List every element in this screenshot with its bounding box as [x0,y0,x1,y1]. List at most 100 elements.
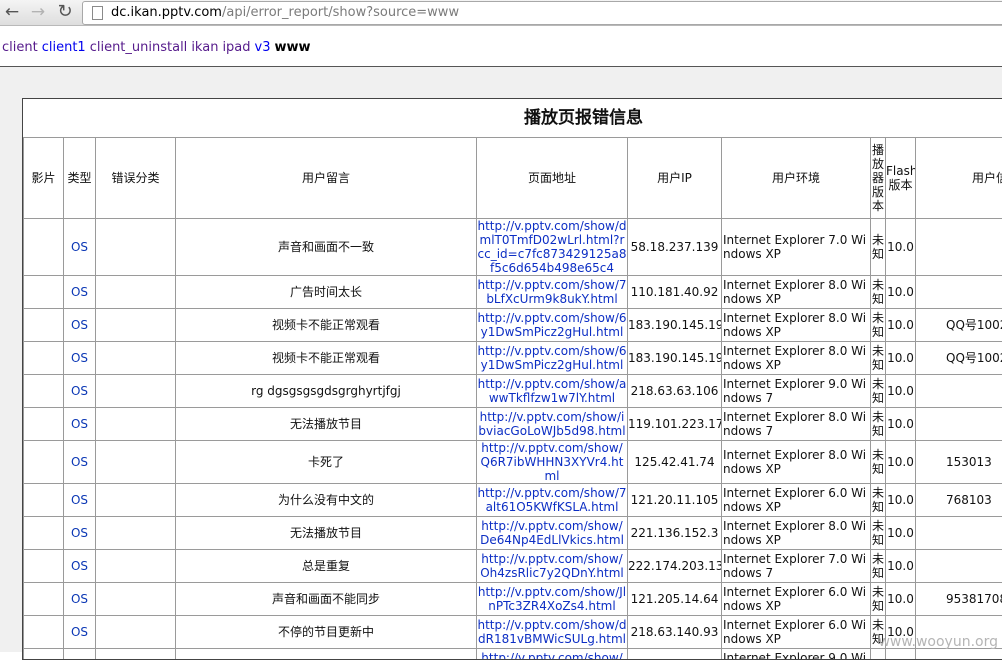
cell-user-info: 153013 [916,441,1002,484]
cell-page-url-link[interactable]: http://v.pptv.com/show/ibviacGoLoWJb5d98… [477,408,628,441]
link-client1[interactable]: client1 [42,40,86,55]
cell-player-version: 未知 [871,276,886,309]
table-row: OS卡死了http://v.pptv.com/show/Q6R7ibWHHN3X… [24,441,1002,484]
cell-category [96,441,176,484]
watermark: www.wooyun.org [878,634,998,650]
cell-user-ip: 58.18.237.139 [628,219,722,276]
link-client-uninstall[interactable]: client_uninstall [90,40,188,55]
cell-user-env: Internet Explorer 8.0 Windows XP [722,342,871,375]
back-arrow-icon[interactable]: ← [2,2,22,22]
cell-user-env: Internet Explorer 8.0 Windows XP [722,276,871,309]
cell-comment: 视频卡不能正常观看 [176,309,477,342]
cell-page-url-link[interactable]: http://v.pptv.com/show/Q6R7ibWHHN3XYVr4.… [477,441,628,484]
cell-user-env: Internet Explorer 9.0 Windo [722,649,871,660]
cell-flash-version: 10.0 [886,441,916,484]
table-row: OS视频卡不能正常观看http://v.pptv.com/show/6y1DwS… [24,309,1002,342]
cell-film [24,517,64,550]
cell-film [24,219,64,276]
cell-user-env: Internet Explorer 8.0 Windows XP [722,441,871,484]
table-title: 播放页报错信息 [24,99,1002,138]
address-bar[interactable]: dc.ikan.pptv.com/api/error_report/show?s… [82,1,1002,25]
content-area: 播放页报错信息 影片 类型 错误分类 用户留言 页面地址 用户IP 用户环境 播… [0,67,1002,652]
cell-film [24,375,64,408]
cell-type: OS [64,219,96,276]
cell-comment: 不停的节目更新中 [176,616,477,649]
cell-film [24,484,64,517]
cell-player-version: 未知 [871,550,886,583]
table-row: OSrg dgsgsgsgdsgrghyrtjfgjhttp://v.pptv.… [24,375,1002,408]
cell-film [24,616,64,649]
cell-user-info [916,219,1002,276]
error-report-table-container: 播放页报错信息 影片 类型 错误分类 用户留言 页面地址 用户IP 用户环境 播… [22,98,1002,660]
cell-page-url-link[interactable]: http://v.pptv.com/show/awwTkflfzw1w7lY.h… [477,375,628,408]
link-client[interactable]: client [2,40,38,55]
cell-category [96,649,176,660]
cell-page-url-link[interactable]: http://v.pptv.com/show/7bLfXcUrm9k8ukY.h… [477,276,628,309]
cell-comment: 为什么没有中文的 [176,484,477,517]
cell-user-info [916,550,1002,583]
cell-type: OS [64,276,96,309]
cell-flash-version: 10.0 [886,517,916,550]
cell-user-env: Internet Explorer 8.0 Windows XP [722,309,871,342]
forward-arrow-icon[interactable]: → [28,2,48,22]
cell-type: OS [64,649,96,660]
cell-film [24,649,64,660]
reload-icon[interactable]: ↻ [55,2,75,22]
link-v3[interactable]: v3 [255,40,271,55]
table-row: OS无法播放节目http://v.pptv.com/show/De64Np4Ed… [24,517,1002,550]
cell-user-ip: 222.174.203.133 [628,550,722,583]
cell-comment: 无法播放节目 [176,517,477,550]
table-row: OS为什么没有中文的http://v.pptv.com/show/7alt61O… [24,484,1002,517]
cell-film [24,550,64,583]
cell-user-info [916,276,1002,309]
col-film: 影片 [24,138,64,219]
cell-comment: 卡死了 [176,441,477,484]
cell-film [24,583,64,616]
link-ipad[interactable]: ipad [222,40,250,55]
cell-user-ip: 121.20.11.105 [628,484,722,517]
cell-type: OS [64,583,96,616]
table-row: OS 声音和画面不一致http://v.pptv.com/show/dmlT0Tm… [24,219,1002,276]
cell-user-env: Internet Explorer 8.0 Windows 7 [722,408,871,441]
cell-film [24,342,64,375]
cell-film [24,408,64,441]
table-row: OS声音和画面不能同步http://v.pptv.com/show/JlnPTc… [24,583,1002,616]
cell-user-info [916,517,1002,550]
cell-page-url-link[interactable]: http://v.pptv.com/show/JlnPTc3ZR4XoZs4.h… [477,583,628,616]
table-row: OS不停的节目更新中http://v.pptv.com/show/ddR181v… [24,616,1002,649]
cell-page-url-link[interactable]: http://v.pptv.com/show/dmlT0TmfD02wLrl.h… [477,219,628,276]
link-ikan[interactable]: ikan [191,40,218,55]
cell-page-url-link[interactable]: http://v.pptv.com/show/U5g [477,649,628,660]
col-player-version: 播放器版本 [871,138,886,219]
cell-page-url-link[interactable]: http://v.pptv.com/show/6y1DwSmPicz2gHul.… [477,309,628,342]
cell-user-env: Internet Explorer 9.0 Windows 7 [722,375,871,408]
cell-flash-version: 10.0 [886,550,916,583]
cell-user-ip: 110.181.40.92 [628,276,722,309]
cell-category [96,616,176,649]
cell-page-url-link[interactable]: http://v.pptv.com/show/ddR181vBMWicSULg.… [477,616,628,649]
cell-page-url-link[interactable]: http://v.pptv.com/show/7alt61O5KWfKSLA.h… [477,484,628,517]
table-row: OS无法播放节目http://v.pptv.com/show/ibviacGoL… [24,408,1002,441]
cell-comment: 声音和画面不一致 [176,219,477,276]
cell-user-ip: 121.205.14.64 [628,583,722,616]
cell-player-version: 未知 [871,375,886,408]
cell-user-ip: 218.63.63.106 [628,375,722,408]
col-user-env: 用户环境 [722,138,871,219]
cell-user-env: Internet Explorer 7.0 Windows XP [722,219,871,276]
cell-page-url-link[interactable]: http://v.pptv.com/show/De64Np4EdLlVkics.… [477,517,628,550]
cell-user-info: QQ号1002 [916,309,1002,342]
cell-player-version: 未知 [871,583,886,616]
cell-category [96,342,176,375]
link-www[interactable]: www [275,40,311,55]
browser-toolbar: ← → ↻ dc.ikan.pptv.com/api/error_report/… [0,0,1002,26]
cell-user-info [916,649,1002,660]
cell-page-url-link[interactable]: http://v.pptv.com/show/6y1DwSmPicz2gHul.… [477,342,628,375]
source-link-bar: client client1 client_uninstallikan ipad v3 w… [2,40,315,55]
cell-player-version [871,649,886,660]
url-text[interactable]: dc.ikan.pptv.com/api/error_report/show?s… [111,5,459,20]
cell-type: OS [64,375,96,408]
cell-player-version: 未知 [871,517,886,550]
col-comment: 用户留言 [176,138,477,219]
cell-user-info: QQ号1002 [916,342,1002,375]
cell-page-url-link[interactable]: http://v.pptv.com/show/Oh4zsRlic7y2QDnY.… [477,550,628,583]
